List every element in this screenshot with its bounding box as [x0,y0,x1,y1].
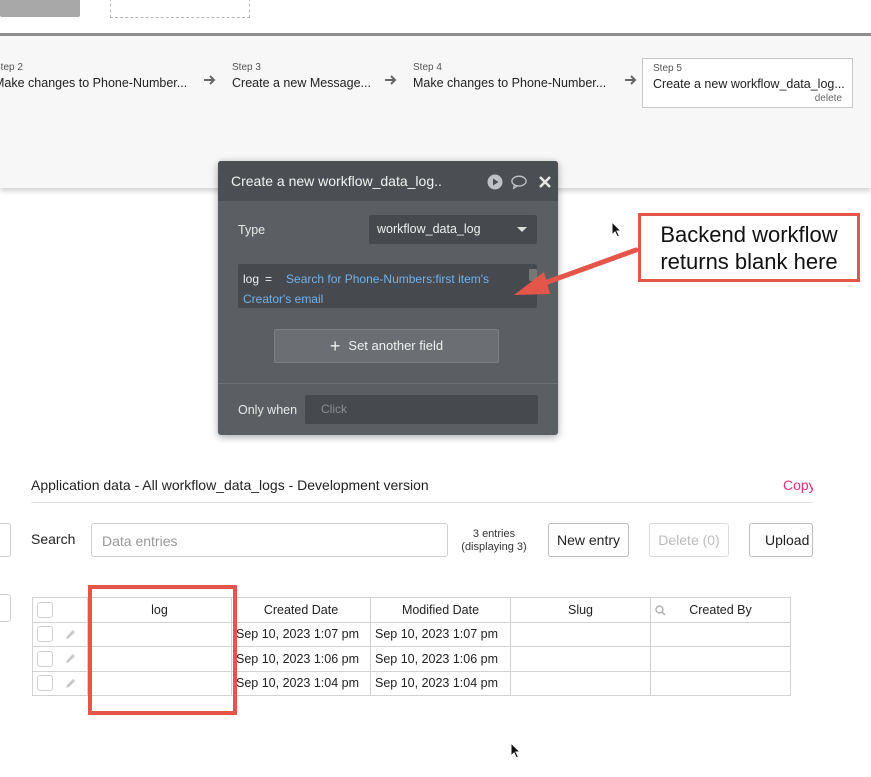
cell-created-by [650,670,791,696]
row-select-cell [32,646,88,672]
plus-icon: + [329,336,341,356]
comment-icon[interactable] [511,174,527,190]
only-when-input[interactable]: Click [305,395,538,424]
cell-slug [510,621,651,647]
step-number: Step 4 [413,62,442,73]
section-divider [31,502,813,503]
table-header-row: log Created Date Modified Date Slug Crea… [32,597,791,623]
arrow-right-icon [625,75,637,85]
cell-created-date: Sep 10, 2023 1:06 pm [231,646,371,672]
copy-link[interactable]: Copy [783,477,813,493]
action-editor-dialog: Create a new workflow_data_log.. Type wo… [218,161,558,435]
workflow-step-2[interactable]: Step 2 Make changes to Phone-Number... [0,62,187,92]
step-title: Create a new workflow_data_log... [653,77,845,91]
row-select-cell [32,621,88,647]
cell-slug [510,670,651,696]
workflow-step-4[interactable]: Step 4 Make changes to Phone-Number... [413,62,606,92]
mouse-cursor-icon [510,742,522,759]
column-header-created-by-label: Created By [689,602,752,617]
dialog-divider [218,383,558,384]
row-checkbox[interactable] [37,650,53,667]
field-assignment-row[interactable]: log = Search for Phone-Numbers:first item'… [238,264,537,308]
field-name: log [243,272,260,286]
step-delete-link[interactable]: delete [815,93,842,104]
arrow-right-icon [204,75,216,85]
cell-modified-date: Sep 10, 2023 1:07 pm [370,621,511,647]
annotation-callout: Backend workflow returns blank here [638,213,860,282]
cell-log [87,670,232,696]
step-number: Step 2 [0,62,23,73]
table-row[interactable]: Sep 10, 2023 1:07 pm Sep 10, 2023 1:07 p… [32,621,791,647]
search-icon[interactable] [655,605,666,616]
workflow-step-3[interactable]: Step 3 Create a new Message... [232,62,371,92]
mouse-cursor-icon [611,221,623,238]
arrow-right-icon [385,75,397,85]
step-title: Make changes to Phone-Number... [413,76,607,90]
new-entry-button[interactable]: New entry [548,523,629,557]
search-input[interactable]: Data entries [91,523,448,557]
cell-created-by [650,646,791,672]
play-icon[interactable] [487,174,503,190]
step-number: Step 3 [232,62,261,73]
cell-log [87,621,232,647]
row-select-cell [32,670,88,696]
cell-modified-date: Sep 10, 2023 1:06 pm [370,646,511,672]
cell-created-date: Sep 10, 2023 1:04 pm [231,670,371,696]
caret-down-icon [517,227,527,232]
cell-log [87,646,232,672]
upload-button[interactable]: Upload [749,523,813,557]
only-when-label: Only when [238,403,298,417]
search-label: Search [31,531,76,547]
dialog-header: Create a new workflow_data_log.. [218,161,558,201]
column-header-log[interactable]: log [87,597,232,623]
screenshot-root: Step 2 Make changes to Phone-Number... S… [0,0,871,777]
entries-count: 3 entries (displaying 3) [452,528,536,554]
pencil-icon[interactable] [64,628,77,641]
app-data-title: Application data - All workflow_data_log… [31,477,429,493]
column-header-created-by[interactable]: Created By [650,597,791,623]
select-all-checkbox[interactable] [37,601,53,618]
field-equals: = [265,272,273,286]
pencil-icon[interactable] [64,652,77,665]
cell-created-date: Sep 10, 2023 1:07 pm [231,621,371,647]
step-title: Create a new Message... [232,76,371,90]
set-another-field-button[interactable]: + Set another field [274,329,499,363]
column-header-modified-date[interactable]: Modified Date [370,597,511,623]
row-checkbox[interactable] [37,675,53,692]
workflow-step-5[interactable]: Step 5 Create a new workflow_data_log...… [642,58,853,108]
dialog-title: Create a new workflow_data_log.. [231,173,442,189]
table-row[interactable]: Sep 10, 2023 1:06 pm Sep 10, 2023 1:06 p… [32,646,791,672]
top-dashed-placeholder [110,0,250,18]
entries-total: 3 entries [472,528,516,540]
step-title: Make changes to Phone-Number... [0,76,188,90]
left-partial-control[interactable] [0,523,11,557]
top-gray-element[interactable] [0,0,80,17]
close-icon[interactable] [537,174,553,190]
entries-displaying: (displaying 3) [461,541,527,553]
column-header-created-date[interactable]: Created Date [231,597,371,623]
cell-created-by [650,621,791,647]
cell-modified-date: Sep 10, 2023 1:04 pm [370,670,511,696]
pencil-icon[interactable] [64,677,77,690]
step-number: Step 5 [653,63,682,74]
set-another-field-label: Set another field [348,338,444,353]
type-dropdown[interactable]: workflow_data_log [369,215,537,244]
trash-icon[interactable] [529,269,537,281]
row-checkbox[interactable] [37,626,53,643]
left-partial-control[interactable] [0,594,11,622]
data-table: log Created Date Modified Date Slug Crea… [32,597,791,696]
type-label: Type [238,223,266,237]
select-all-cell [32,597,88,623]
column-header-slug[interactable]: Slug [510,597,651,623]
cell-slug [510,646,651,672]
table-row[interactable]: Sep 10, 2023 1:04 pm Sep 10, 2023 1:04 p… [32,670,791,696]
type-dropdown-value: workflow_data_log [377,222,481,236]
delete-button[interactable]: Delete (0) [649,523,729,557]
field-expression[interactable]: Search for Phone-Numbers:first item's Cr… [243,272,489,306]
